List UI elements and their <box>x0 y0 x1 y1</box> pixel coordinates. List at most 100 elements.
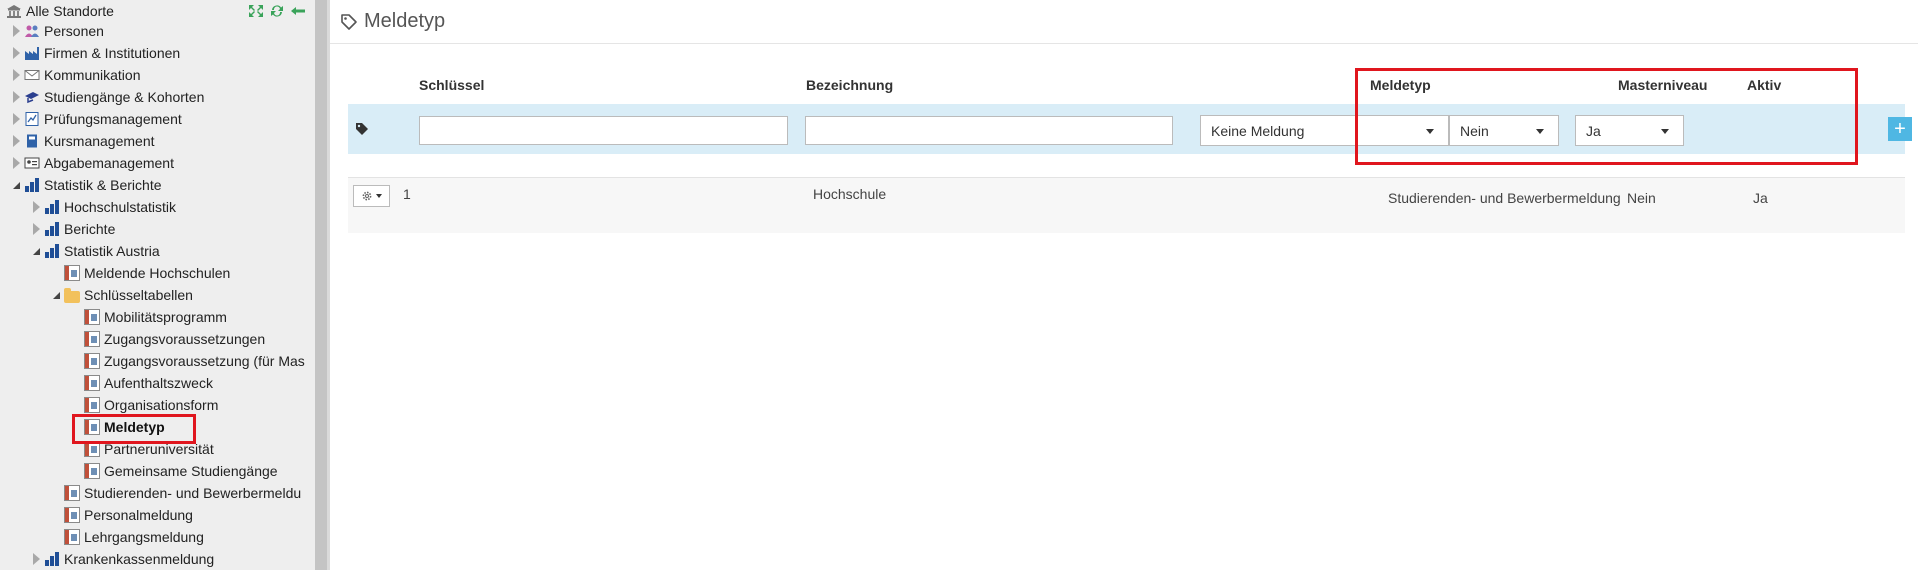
expander-closed-icon[interactable] <box>30 553 42 565</box>
sidebar-item[interactable]: Statistik & Berichte <box>10 174 162 196</box>
column-header-key[interactable]: Schlüssel <box>419 77 484 93</box>
sidebar-item[interactable]: Mobilitätsprogramm <box>70 306 227 328</box>
document-icon <box>64 485 80 501</box>
sidebar-item[interactable]: Meldende Hochschulen <box>50 262 230 284</box>
expander-open-icon[interactable] <box>50 289 62 301</box>
cell-master-level: Nein <box>1627 190 1656 206</box>
sidebar-item[interactable]: Statistik Austria <box>30 240 160 262</box>
document-icon <box>64 507 80 523</box>
sidebar-item-label: Mobilitätsprogramm <box>104 309 227 325</box>
sidebar-item-label: Kursmanagement <box>44 133 155 149</box>
document-icon <box>64 265 80 281</box>
sidebar-item-label: Hochschulstatistik <box>64 199 177 215</box>
sidebar-item[interactable]: Kommunikation <box>10 64 141 86</box>
tag-icon <box>341 13 357 30</box>
page-title: Meldetyp <box>340 10 445 33</box>
sidebar-item-label: Kommunikation <box>44 67 141 83</box>
sidebar-item[interactable]: Prüfungsmanagement <box>10 108 182 130</box>
sidebar-item[interactable]: Krankenkassenmeldung <box>30 548 214 570</box>
bar-chart-icon <box>44 199 60 215</box>
sidebar-item-label: Statistik & Berichte <box>44 177 162 193</box>
report-type-select-value: Keine Meldung <box>1211 122 1305 139</box>
sidebar-item-label: Berichte <box>64 221 116 237</box>
title-divider <box>330 43 1918 44</box>
bar-chart-icon <box>44 551 60 567</box>
expander-closed-icon[interactable] <box>10 135 22 147</box>
expander-closed-icon[interactable] <box>30 223 42 235</box>
idcard-icon <box>24 157 40 169</box>
gear-icon <box>362 191 372 201</box>
document-icon <box>64 529 80 545</box>
document-icon <box>84 463 100 479</box>
expander-closed-icon[interactable] <box>10 157 22 169</box>
chart-paper-icon <box>25 112 39 126</box>
add-entry-button[interactable]: + <box>1888 117 1912 141</box>
sidebar-item[interactable]: Gemeinsame Studiengänge <box>70 460 278 482</box>
expander-closed-icon[interactable] <box>10 47 22 59</box>
tag-icon <box>356 123 368 135</box>
bar-chart-icon <box>44 243 60 259</box>
tree-root-label: Alle Standorte <box>26 3 114 19</box>
sidebar-item[interactable]: Zugangsvoraussetzungen <box>70 328 265 350</box>
expander-closed-icon[interactable] <box>30 201 42 213</box>
document-icon <box>84 397 100 413</box>
table-row[interactable]: 1 Hochschule Studierenden- und Bewerberm… <box>348 177 1905 233</box>
envelope-icon <box>24 70 40 80</box>
expander-closed-icon[interactable] <box>10 25 22 37</box>
sidebar-item[interactable]: Lehrgangsmeldung <box>50 526 204 548</box>
sidebar-item[interactable]: Studiengänge & Kohorten <box>10 86 204 108</box>
sidebar-item[interactable]: Personalmeldung <box>50 504 193 526</box>
sidebar-item-label: Personalmeldung <box>84 507 193 523</box>
expander-closed-icon[interactable] <box>10 91 22 103</box>
expand-icon[interactable] <box>248 4 264 18</box>
column-header-designation[interactable]: Bezeichnung <box>806 77 893 93</box>
sidebar-item[interactable]: Schlüsseltabellen <box>50 284 193 306</box>
sidebar-item[interactable]: Aufenthaltszweck <box>70 372 213 394</box>
sidebar-scrollbar[interactable] <box>315 0 327 570</box>
sidebar-item-label: Statistik Austria <box>64 243 160 259</box>
sidebar-item-label: Meldende Hochschulen <box>84 265 231 281</box>
sidebar-item[interactable]: Organisationsform <box>70 394 218 416</box>
expander-open-icon[interactable] <box>30 245 42 257</box>
sidebar-item-label: Organisationsform <box>104 397 219 413</box>
cell-report-type: Studierenden- und Bewerbermeldung <box>1388 190 1621 206</box>
tree-root[interactable]: Alle Standorte <box>6 1 114 21</box>
row-actions-button[interactable] <box>353 185 390 207</box>
sidebar-item[interactable]: Berichte <box>30 218 115 240</box>
collapse-icon[interactable] <box>290 4 306 18</box>
page-title-text: Meldetyp <box>364 10 446 32</box>
expander-closed-icon[interactable] <box>10 69 22 81</box>
sidebar-item[interactable]: Studierenden- und Bewerbermeldu <box>50 482 301 504</box>
sidebar-item-label: Gemeinsame Studiengänge <box>104 463 278 479</box>
document-icon <box>84 353 100 369</box>
expander-closed-icon[interactable] <box>10 113 22 125</box>
sidebar-item-label: Abgabemanagement <box>44 155 174 171</box>
refresh-icon[interactable] <box>269 4 285 18</box>
sidebar-item-label: Zugangsvoraussetzung (für Mas <box>104 353 305 369</box>
key-input[interactable] <box>419 116 788 145</box>
sidebar-item[interactable]: Personen <box>10 20 104 42</box>
document-icon <box>84 309 100 325</box>
bar-chart-icon <box>44 221 60 237</box>
sidebar-item-label: Studierenden- und Bewerbermeldu <box>84 485 302 501</box>
designation-input[interactable] <box>805 116 1173 145</box>
sidebar-item[interactable]: Firmen & Institutionen <box>10 42 180 64</box>
folder-icon <box>64 287 80 303</box>
main-content: Meldetyp Schlüssel Bezeichnung Meldetyp … <box>330 0 1918 570</box>
sidebar-item[interactable]: Hochschulstatistik <box>30 196 176 218</box>
sidebar-item[interactable]: Zugangsvoraussetzung (für Mas <box>70 350 305 372</box>
document-icon <box>84 375 100 391</box>
navigation-sidebar: Alle Standorte Personen Firmen & Institut… <box>0 0 330 570</box>
sidebar-item[interactable]: Kursmanagement <box>10 130 155 152</box>
expander-open-icon[interactable] <box>10 179 22 191</box>
sidebar-item[interactable]: Abgabemanagement <box>10 152 174 174</box>
people-icon <box>25 25 39 37</box>
sidebar-item-label: Prüfungsmanagement <box>44 111 182 127</box>
